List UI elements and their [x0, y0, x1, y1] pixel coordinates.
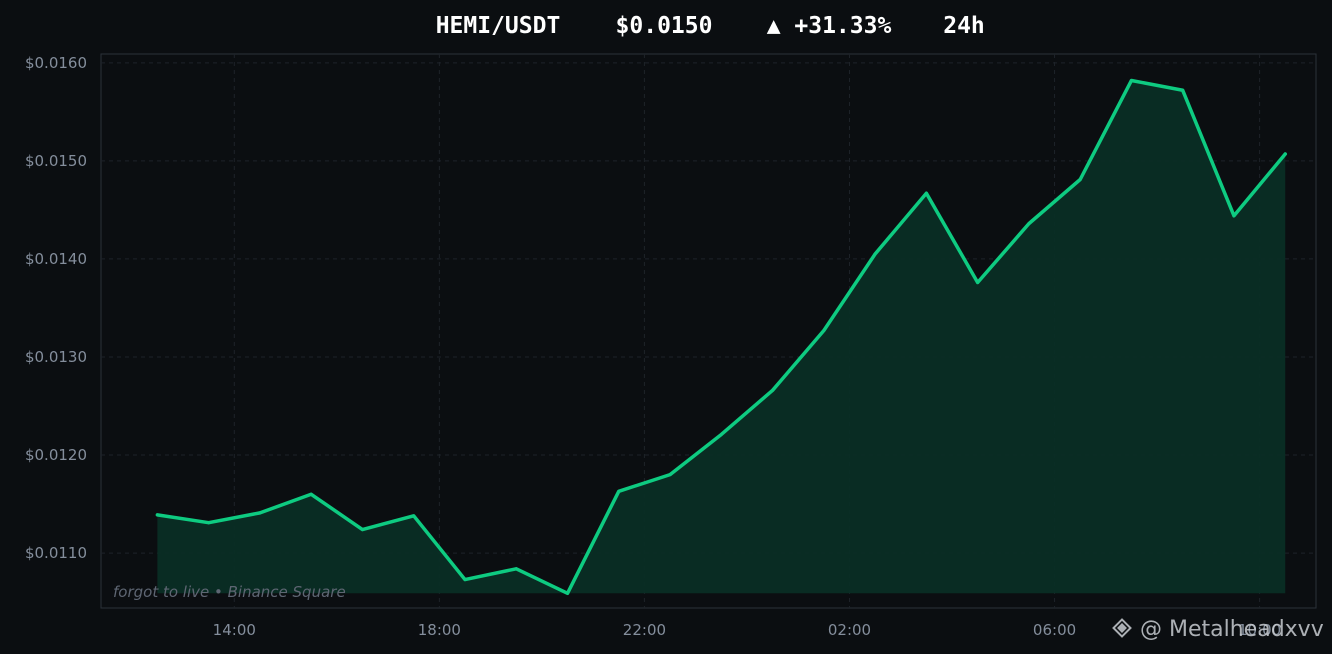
data-point [258, 511, 262, 515]
change-label: ▲ +31.33% [767, 13, 892, 39]
data-point [566, 591, 570, 595]
data-point [924, 191, 928, 195]
data-point [514, 567, 518, 571]
watermark: @ Metalheadxvv [1112, 617, 1324, 642]
binance-logo-icon [1112, 618, 1132, 638]
data-point [668, 473, 672, 477]
data-point [976, 280, 980, 284]
data-point [360, 528, 364, 532]
y-axis-ticks: $0.0110 $0.0120 $0.0130 $0.0140 $0.0150 $0.01… [25, 54, 87, 562]
data-point [309, 492, 313, 496]
price-label: $0.0150 [616, 13, 713, 39]
x-tick-label: 02:00 [828, 621, 871, 639]
y-tick-label: $0.0110 [25, 544, 87, 562]
period-label: 24h [943, 13, 985, 39]
data-point [412, 514, 416, 518]
y-tick-label: $0.0150 [25, 152, 87, 170]
y-tick-label: $0.0130 [25, 348, 87, 366]
data-point [1078, 178, 1082, 182]
price-chart: HEMI/USDT $0.0150 ▲ +31.33% 24h $0.0110$… [25, 13, 1324, 642]
x-tick-label: 18:00 [418, 621, 461, 639]
data-point [155, 513, 159, 517]
data-point [617, 489, 621, 493]
chart-header: HEMI/USDT $0.0150 ▲ +31.33% 24h [436, 13, 985, 39]
data-point [1027, 222, 1031, 226]
pair-label: HEMI/USDT [436, 13, 561, 39]
watermark-handle: @ Metalheadxvv [1140, 617, 1324, 642]
data-point [1283, 152, 1287, 156]
x-tick-label: 06:00 [1033, 621, 1076, 639]
data-point [1181, 88, 1185, 92]
x-tick-label: 14:00 [213, 621, 256, 639]
data-point [873, 252, 877, 256]
y-tick-label: $0.0120 [25, 446, 87, 464]
data-point [463, 578, 467, 582]
y-tick-label: $0.0160 [25, 54, 87, 72]
data-point [207, 521, 211, 525]
data-point [719, 432, 723, 436]
x-tick-label: 22:00 [623, 621, 666, 639]
data-point [771, 388, 775, 392]
y-tick-label: $0.0140 [25, 250, 87, 268]
data-point [1129, 78, 1133, 82]
data-point [1232, 214, 1236, 218]
source-label: forgot to live • Binance Square [113, 583, 346, 601]
data-point [822, 329, 826, 333]
